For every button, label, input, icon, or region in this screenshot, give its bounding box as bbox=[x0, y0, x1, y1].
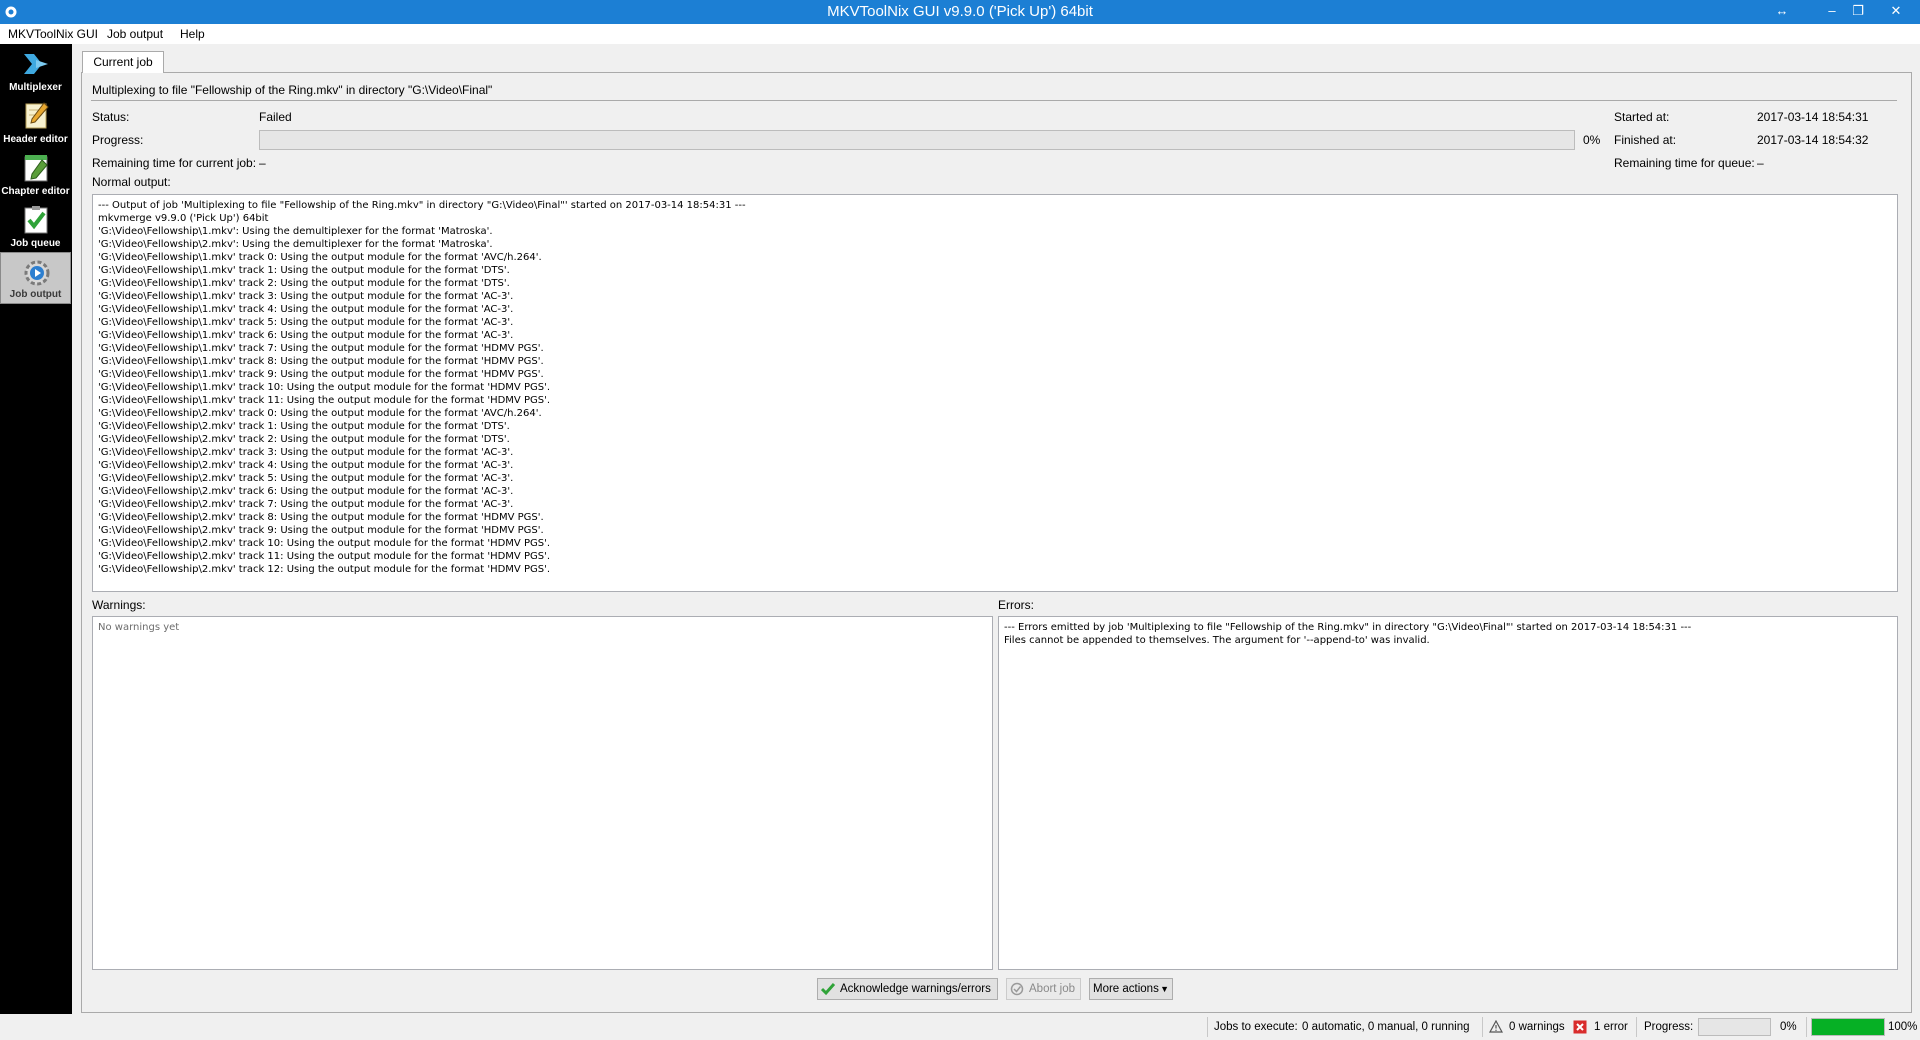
tab-current-job[interactable]: Current job bbox=[82, 51, 164, 73]
remaining-queue-value: – bbox=[1757, 156, 1764, 170]
chapter-editor-icon bbox=[24, 155, 48, 182]
normal-output-text: --- Output of job 'Multiplexing to file … bbox=[98, 200, 746, 575]
progress-value: 0% bbox=[1583, 133, 1601, 147]
menu-job-output[interactable]: Job output bbox=[105, 24, 165, 44]
warnings-text: No warnings yet bbox=[98, 622, 180, 633]
close-button[interactable]: ✕ bbox=[1880, 0, 1912, 24]
sidebar-item-label: Multiplexer bbox=[9, 82, 62, 93]
warnings-count[interactable]: 0 warnings bbox=[1509, 1014, 1565, 1040]
sidebar-item-chapter-editor[interactable]: Chapter editor bbox=[0, 148, 71, 200]
sidebar-item-job-output[interactable]: Job output bbox=[0, 252, 71, 304]
sidebar-item-label: Header editor bbox=[3, 134, 68, 145]
title-bar[interactable]: MKVToolNix GUI v9.9.0 ('Pick Up') 64bit … bbox=[0, 0, 1920, 24]
warnings-label: Warnings: bbox=[92, 598, 146, 612]
abort-label: Abort job bbox=[1029, 983, 1076, 995]
maximize-button[interactable]: ❐ bbox=[1842, 0, 1874, 24]
started-value: 2017-03-14 18:54:31 bbox=[1757, 110, 1869, 124]
job-description: Multiplexing to file "Fellowship of the … bbox=[92, 83, 493, 97]
remaining-queue-label: Remaining time for queue: bbox=[1614, 156, 1755, 170]
sidebar-item-multiplexer[interactable]: Multiplexer bbox=[0, 44, 71, 96]
error-icon[interactable] bbox=[1573, 1020, 1587, 1034]
sidebar-item-label: Chapter editor bbox=[1, 186, 70, 197]
jobs-to-execute-label: Jobs to execute: bbox=[1214, 1021, 1298, 1033]
progress-label: Progress: bbox=[92, 133, 144, 147]
finished-value: 2017-03-14 18:54:32 bbox=[1757, 133, 1869, 147]
separator bbox=[1482, 1017, 1483, 1037]
errors-label: Errors: bbox=[998, 598, 1034, 612]
multiplexer-icon bbox=[24, 54, 48, 74]
more-actions-label: More actions bbox=[1093, 983, 1159, 995]
job-progress-bar bbox=[259, 130, 1575, 150]
header-editor-icon bbox=[25, 102, 49, 129]
abort-job-button[interactable]: Abort job bbox=[1006, 978, 1081, 1000]
more-actions-button[interactable]: More actions ▼ bbox=[1089, 978, 1173, 1000]
menu-mkvtoolnix[interactable]: MKVToolNix GUI bbox=[6, 24, 100, 44]
acknowledge-label: Acknowledge warnings/errors bbox=[840, 983, 991, 995]
status-bar: Jobs to execute: 0 automatic, 0 manual, … bbox=[0, 1014, 1920, 1040]
job-output-icon bbox=[24, 260, 50, 286]
restore-extra-icon[interactable]: ↔ bbox=[1766, 0, 1798, 24]
total-progress-bar bbox=[1811, 1018, 1885, 1036]
normal-output-label: Normal output: bbox=[92, 175, 171, 189]
divider bbox=[91, 100, 1897, 101]
warnings-textbox[interactable]: No warnings yet bbox=[92, 616, 993, 970]
status-progress-bar bbox=[1698, 1018, 1771, 1036]
acknowledge-button[interactable]: Acknowledge warnings/errors bbox=[817, 978, 998, 1000]
menu-help[interactable]: Help bbox=[178, 24, 207, 44]
status-label: Status: bbox=[92, 110, 130, 124]
normal-output-textbox[interactable]: --- Output of job 'Multiplexing to file … bbox=[92, 194, 1898, 592]
started-label: Started at: bbox=[1614, 110, 1670, 124]
errors-text: --- Errors emitted by job 'Multiplexing … bbox=[1004, 622, 1692, 646]
sidebar: Multiplexer Header editor Chapter editor… bbox=[0, 44, 72, 1040]
sidebar-item-job-queue[interactable]: Job queue bbox=[0, 200, 71, 252]
menu-bar: MKVToolNix GUI Job output Help bbox=[0, 24, 1920, 44]
separator bbox=[1207, 1017, 1208, 1037]
checkmark-icon bbox=[821, 983, 835, 996]
remaining-time-label: Remaining time for current job: bbox=[92, 156, 257, 170]
window-title: MKVToolNix GUI v9.9.0 ('Pick Up') 64bit bbox=[827, 3, 1093, 20]
warning-icon[interactable] bbox=[1489, 1020, 1503, 1033]
errors-count[interactable]: 1 error bbox=[1594, 1014, 1628, 1040]
status-value: Failed bbox=[259, 110, 292, 124]
separator bbox=[1636, 1017, 1637, 1037]
separator bbox=[1806, 1017, 1807, 1037]
chevron-down-icon: ▼ bbox=[1160, 984, 1169, 994]
abort-icon bbox=[1010, 982, 1024, 996]
finished-label: Finished at: bbox=[1614, 133, 1677, 147]
status-progress-label: Progress: bbox=[1644, 1021, 1694, 1033]
total-progress-fill bbox=[1812, 1019, 1884, 1035]
errors-textbox[interactable]: --- Errors emitted by job 'Multiplexing … bbox=[998, 616, 1898, 970]
jobs-to-execute-value: 0 automatic, 0 manual, 0 running bbox=[1302, 1021, 1470, 1033]
job-queue-icon bbox=[24, 206, 48, 234]
sidebar-item-label: Job output bbox=[9, 289, 62, 300]
status-progress-value: 0% bbox=[1780, 1021, 1797, 1033]
sidebar-item-label: Job queue bbox=[10, 238, 61, 249]
total-progress-value: 100% bbox=[1888, 1021, 1918, 1033]
remaining-time-value: – bbox=[259, 156, 266, 170]
sidebar-item-header-editor[interactable]: Header editor bbox=[0, 96, 71, 148]
